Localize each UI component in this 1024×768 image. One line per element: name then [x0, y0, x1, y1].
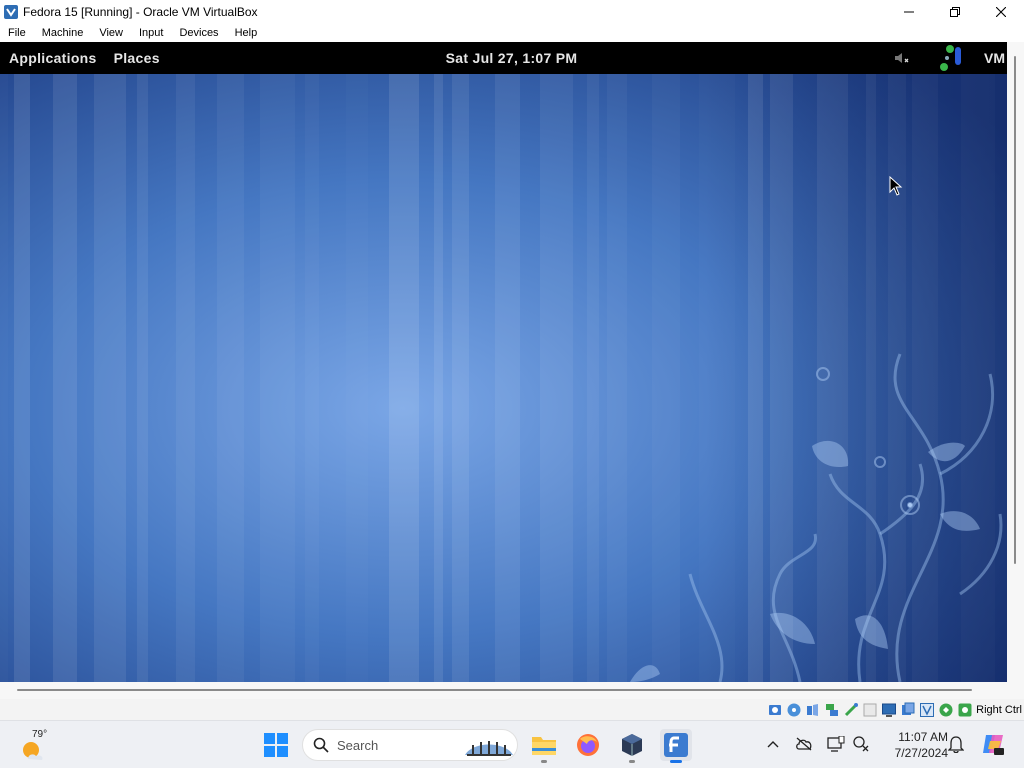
windows-taskbar: 79° Search 11:07 AM 7/27/2024	[0, 720, 1024, 768]
chevron-up-icon	[767, 741, 779, 748]
network-icon[interactable]	[824, 702, 840, 718]
horizontal-scrollbar[interactable]	[0, 682, 1024, 699]
weather-temperature: 79°	[32, 729, 48, 740]
bell-icon	[948, 736, 964, 753]
fedora-vm-icon	[664, 733, 688, 757]
virtualbox-manager-button[interactable]	[616, 729, 648, 763]
close-icon	[996, 7, 1006, 17]
search-placeholder: Search	[337, 737, 379, 753]
windows-start-icon[interactable]	[264, 733, 288, 757]
restore-icon	[950, 7, 960, 17]
fedora-wallpaper	[0, 74, 1007, 682]
copilot-button[interactable]	[981, 732, 1005, 756]
running-indicator	[541, 760, 547, 763]
gnome-top-panel: Applications Places Sat Jul 27, 1:07 PM …	[0, 42, 1007, 74]
file-explorer-button[interactable]	[528, 729, 560, 763]
guest-display[interactable]: Applications Places Sat Jul 27, 1:07 PM …	[0, 42, 1007, 682]
search-highlight-icon	[465, 741, 513, 756]
clock-date: 7/27/2024	[894, 746, 948, 760]
display-icon[interactable]	[881, 702, 897, 718]
firefox-button[interactable]	[572, 729, 604, 761]
menu-help[interactable]: Help	[235, 27, 258, 39]
vertical-scroll-thumb[interactable]	[1014, 56, 1016, 564]
search-icon	[313, 737, 329, 753]
hard-disk-icon[interactable]	[767, 702, 783, 718]
file-explorer-icon	[532, 737, 556, 755]
mouse-integration-icon[interactable]	[938, 702, 954, 718]
system-clock[interactable]: 11:07 AM 7/27/2024	[878, 729, 948, 761]
virtualbox-cube-icon	[622, 734, 642, 756]
taskbar-search[interactable]: Search	[302, 729, 518, 761]
user-menu[interactable]: VM	[984, 50, 1005, 66]
audio-icon[interactable]	[805, 702, 821, 718]
menu-file[interactable]: File	[8, 27, 26, 39]
virtualbox-icon	[4, 5, 18, 19]
usb-icon[interactable]	[843, 702, 859, 718]
vt-x-icon[interactable]	[919, 702, 935, 718]
weather-widget[interactable]: 79°	[20, 729, 60, 761]
copilot-icon	[983, 735, 1004, 755]
vm-status-bar: Right Ctrl	[0, 699, 1024, 720]
optical-drive-icon[interactable]	[786, 702, 802, 718]
network-icon[interactable]	[938, 43, 966, 73]
menu-view[interactable]: View	[99, 27, 123, 39]
window-title-bar[interactable]: Fedora 15 [Running] - Oracle VM VirtualB…	[0, 0, 1024, 24]
fedora-vm-button[interactable]	[660, 729, 692, 763]
show-hidden-icons-button[interactable]	[764, 735, 782, 753]
panel-clock[interactable]: Sat Jul 27, 1:07 PM	[0, 42, 1007, 74]
close-button[interactable]	[978, 0, 1024, 24]
maximize-button[interactable]	[932, 0, 978, 24]
menu-devices[interactable]: Devices	[179, 27, 218, 39]
keyboard-capture-icon[interactable]	[957, 702, 973, 718]
window-title: Fedora 15 [Running] - Oracle VM VirtualB…	[23, 5, 258, 19]
monitor-icon	[827, 736, 845, 752]
menu-input[interactable]: Input	[139, 27, 163, 39]
display-tray[interactable]	[827, 735, 845, 753]
notifications-button[interactable]	[947, 735, 965, 753]
menu-bar: File Machine View Input Devices Help	[0, 24, 1024, 42]
minimize-icon	[904, 11, 914, 13]
volume-muted-icon[interactable]	[892, 48, 912, 68]
running-indicator	[629, 760, 635, 763]
minimize-button[interactable]	[886, 0, 932, 24]
mouse-cursor-icon	[889, 176, 903, 196]
cloud-offline-icon	[796, 737, 812, 751]
onedrive-tray[interactable]	[795, 735, 813, 753]
menu-machine[interactable]: Machine	[42, 27, 84, 39]
host-key-label: Right Ctrl	[976, 703, 1022, 716]
recording-icon[interactable]	[900, 702, 916, 718]
vertical-scrollbar[interactable]	[1007, 42, 1024, 682]
network-status-icon	[853, 736, 869, 752]
window-controls	[886, 0, 1024, 24]
firefox-icon	[577, 734, 599, 756]
horizontal-scroll-thumb[interactable]	[17, 689, 972, 691]
shared-folder-icon[interactable]	[862, 702, 878, 718]
weather-sun-cloud-icon	[23, 742, 43, 760]
clock-time: 11:07 AM	[898, 730, 948, 744]
network-tray[interactable]	[852, 735, 870, 753]
active-indicator	[670, 760, 682, 763]
